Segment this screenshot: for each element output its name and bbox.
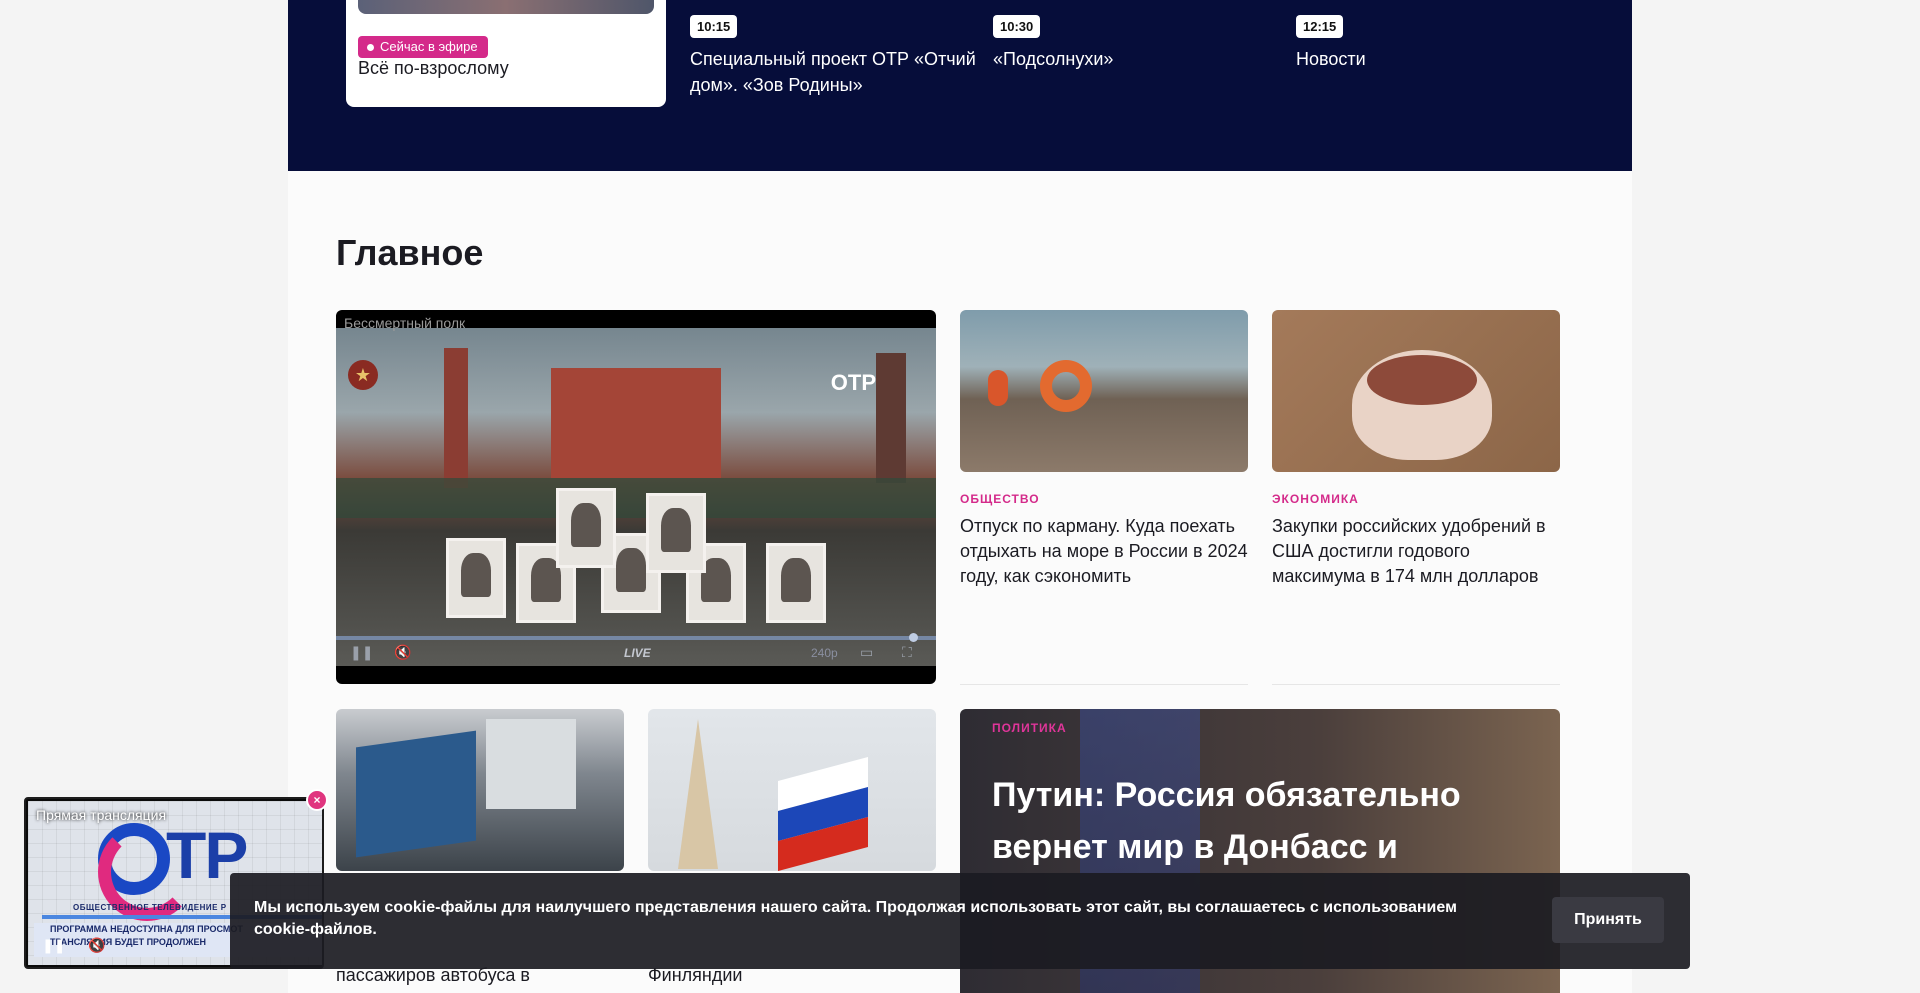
news-card[interactable] — [336, 709, 624, 871]
schedule-time: 10:15 — [690, 15, 738, 38]
news-category[interactable]: ОБЩЕСТВО — [960, 492, 1248, 506]
cookie-banner: Мы используем cookie-файлы для наилучшег… — [230, 873, 1690, 969]
video-caption: Бессмертный полк — [344, 315, 466, 331]
current-program-thumbnail — [358, 0, 654, 14]
schedule-time: 12:15 — [1296, 15, 1344, 38]
schedule-current-card[interactable]: Сейчас в эфире Всё по-взрослому — [346, 0, 666, 107]
portrait — [556, 488, 616, 568]
russian-flag-image — [778, 756, 868, 871]
bus-image — [356, 730, 476, 858]
page-container: Сейчас в эфире Всё по-взрослому 10:15 Сп… — [288, 0, 1632, 993]
news-category[interactable]: ПОЛИТИКА — [992, 721, 1067, 735]
fullscreen-icon[interactable]: ⛶ — [902, 644, 912, 661]
featured-title[interactable]: Путин: Россия обязательно вернет мир в Д… — [992, 769, 1532, 873]
video-player[interactable]: ★ ОТР Бессмертный полк ❚❚ 🔇 LIVE 240p ▭ … — [336, 310, 936, 684]
portrait — [446, 538, 506, 618]
scene-building — [551, 368, 721, 478]
news-title[interactable]: Отпуск по карману. Куда поехать отдыхать… — [960, 514, 1248, 589]
news-category[interactable]: ЭКОНОМИКА — [1272, 492, 1560, 506]
news-image — [1272, 310, 1560, 472]
on-air-label: Сейчас в эфире — [380, 39, 478, 54]
schedule-item[interactable]: 10:15 Специальный проект ОТР «Отчий дом»… — [690, 15, 980, 98]
close-icon[interactable]: × — [306, 789, 328, 811]
channel-logo: ОТР — [830, 370, 876, 395]
portrait — [646, 493, 706, 573]
cookie-text: Мы используем cookie-файлы для наилучшег… — [254, 899, 1457, 938]
scene-tower — [876, 353, 906, 483]
schedule-title: Специальный проект ОТР «Отчий дом». «Зов… — [690, 49, 976, 95]
schedule-title: «Подсолнухи» — [993, 49, 1114, 69]
video-frame: ★ ОТР — [336, 328, 936, 666]
current-program-title: Всё по-взрослому — [358, 58, 509, 78]
divider — [1272, 684, 1560, 685]
schedule-item[interactable]: 12:15 Новости — [1296, 15, 1586, 72]
news-title[interactable]: Закупки российских удобрений в США дости… — [1272, 514, 1560, 589]
schedule-title: Новости — [1296, 49, 1366, 69]
subtitles-icon[interactable]: ▭ — [860, 644, 873, 661]
section-title: Главное — [336, 232, 484, 273]
live-indicator: LIVE — [624, 646, 651, 660]
otr-o-icon — [98, 823, 196, 921]
divider — [960, 684, 1248, 685]
portrait — [766, 543, 826, 623]
lifebuoy-image — [988, 370, 1008, 406]
scene-portraits — [446, 488, 866, 648]
news-image — [648, 709, 936, 871]
schedule-item[interactable]: 10:30 «Подсолнухи» — [993, 15, 1283, 72]
mini-player-caption: Прямая трансляция — [36, 807, 167, 823]
on-air-badge: Сейчас в эфире — [358, 36, 488, 58]
player-controls: ❚❚ 🔇 LIVE 240p ▭ ⛶ — [336, 640, 936, 666]
news-image — [336, 709, 624, 871]
pause-icon[interactable]: ❚❚ — [42, 937, 65, 954]
news-image — [960, 310, 1248, 472]
news-card[interactable]: ОБЩЕСТВО Отпуск по карману. Куда поехать… — [960, 310, 1248, 589]
mute-icon[interactable]: 🔇 — [394, 644, 411, 661]
accept-cookies-button[interactable]: Принять — [1552, 897, 1664, 943]
scene-tower — [444, 348, 468, 488]
seeds-image — [1367, 355, 1477, 405]
crane-image — [486, 719, 576, 809]
spire-image — [678, 719, 718, 869]
news-card[interactable] — [648, 709, 936, 871]
quality-selector[interactable]: 240p — [811, 646, 838, 660]
lifebuoy-image — [1040, 360, 1092, 412]
emblem-icon: ★ — [348, 360, 378, 390]
mute-icon[interactable]: 🔇 — [88, 937, 105, 954]
live-dot-icon — [367, 44, 374, 51]
pause-icon[interactable]: ❚❚ — [350, 644, 373, 661]
news-card[interactable]: ЭКОНОМИКА Закупки российских удобрений в… — [1272, 310, 1560, 589]
schedule-time: 10:30 — [993, 15, 1041, 38]
tv-schedule: Сейчас в эфире Всё по-взрослому 10:15 Сп… — [288, 0, 1632, 171]
